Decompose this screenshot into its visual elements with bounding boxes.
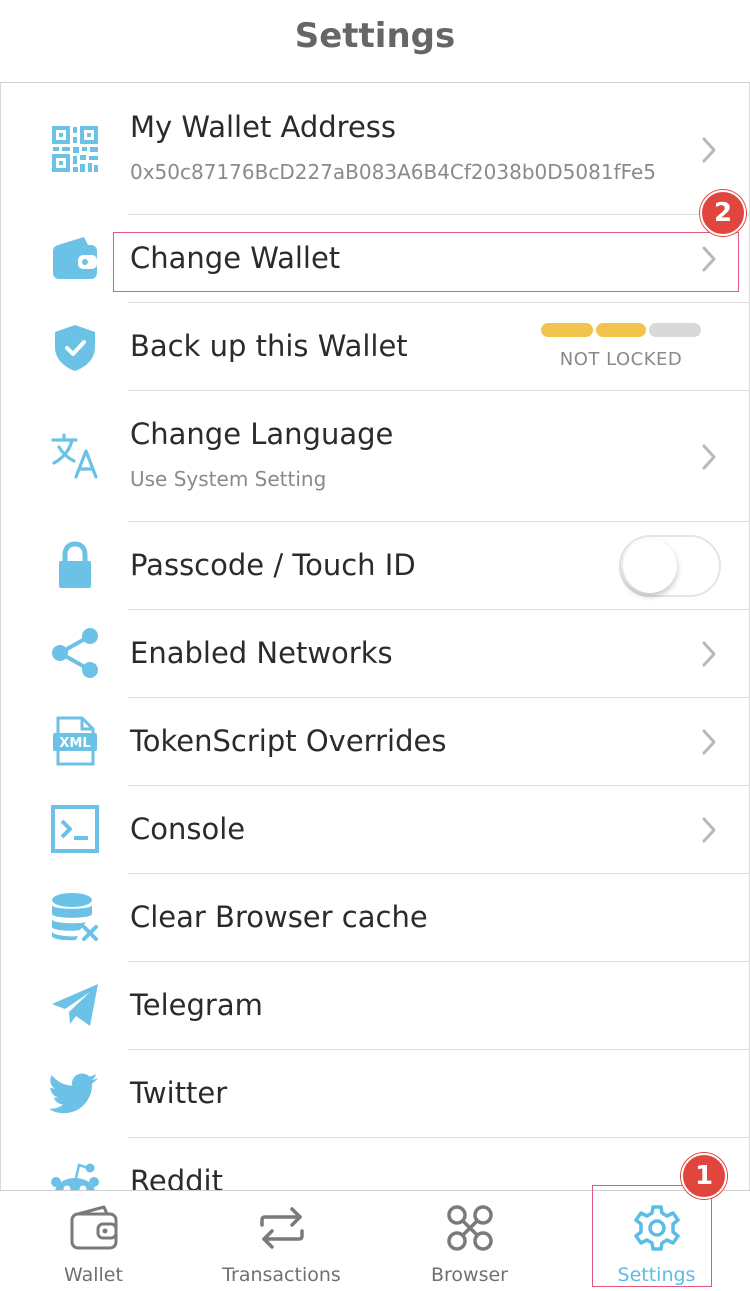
row-passcode[interactable]: Passcode / Touch ID (0, 522, 750, 610)
wallet-address-value: 0x50c87176BcD227aB083A6B4Cf2038b0D5081fF… (130, 160, 657, 184)
toggle-knob (623, 539, 677, 593)
highlight-settings-tab (592, 1185, 712, 1287)
chevron-right-icon (702, 817, 716, 843)
row-tokenscript-overrides[interactable]: XML TokenScript Overrides (0, 698, 750, 786)
row-telegram[interactable]: Telegram (0, 962, 750, 1050)
chevron-right-icon (702, 444, 716, 470)
strength-segment-2 (596, 323, 646, 337)
clear-cache-label: Clear Browser cache (130, 900, 428, 934)
transfer-arrows-icon (259, 1207, 304, 1249)
tokenscript-label: TokenScript Overrides (130, 724, 447, 758)
lock-icon (59, 541, 91, 588)
passcode-label: Passcode / Touch ID (130, 548, 416, 582)
passcode-toggle[interactable] (619, 535, 721, 597)
backup-status-text: NOT LOCKED (559, 349, 683, 370)
shield-check-icon (55, 325, 95, 371)
row-console[interactable]: Console (0, 786, 750, 874)
row-enabled-networks[interactable]: Enabled Networks (0, 610, 750, 698)
share-network-icon (52, 628, 98, 678)
row-backup-wallet[interactable]: Back up this Wallet NOT LOCKED (0, 303, 750, 391)
row-reddit[interactable]: Reddit (0, 1138, 750, 1190)
twitter-label: Twitter (130, 1076, 228, 1110)
translate-icon (51, 433, 98, 479)
tab-browser[interactable]: Browser (376, 1191, 563, 1291)
navigation-bar: Settings (0, 0, 750, 83)
strength-segment-1 (541, 323, 593, 337)
database-clear-icon (52, 893, 98, 941)
wallet-icon (53, 237, 97, 279)
reddit-icon (51, 1163, 99, 1190)
browser-nodes-icon (446, 1205, 493, 1251)
tab-transactions-label: Transactions (222, 1264, 341, 1286)
wallet-address-label: My Wallet Address (130, 110, 397, 144)
step-badge-1: 1 (681, 1153, 727, 1199)
row-wallet-address[interactable]: My Wallet Address 0x50c87176BcD227aB083A… (0, 84, 750, 215)
row-clear-cache[interactable]: Clear Browser cache (0, 874, 750, 962)
qr-code-icon (52, 126, 98, 172)
terminal-icon (51, 805, 99, 853)
page-title: Settings (294, 16, 456, 56)
networks-label: Enabled Networks (130, 636, 393, 670)
telegram-label: Telegram (130, 988, 263, 1022)
strength-segment-3 (649, 323, 701, 337)
row-twitter[interactable]: Twitter (0, 1050, 750, 1138)
chevron-right-icon (702, 641, 716, 667)
telegram-icon (52, 984, 98, 1026)
tab-transactions[interactable]: Transactions (188, 1191, 375, 1291)
reddit-label: Reddit (130, 1164, 223, 1190)
row-change-language[interactable]: Change Language Use System Setting (0, 391, 750, 522)
language-value: Use System Setting (130, 467, 327, 491)
xml-file-icon: XML (53, 716, 97, 766)
backup-label: Back up this Wallet (130, 329, 408, 363)
backup-strength-meter (541, 323, 701, 337)
svg-text:XML: XML (59, 736, 90, 751)
console-label: Console (130, 812, 246, 846)
wallet-tab-icon (70, 1205, 117, 1250)
tab-browser-label: Browser (431, 1264, 508, 1286)
tab-wallet[interactable]: Wallet (0, 1191, 187, 1291)
language-label: Change Language (130, 417, 394, 451)
chevron-right-icon (702, 729, 716, 755)
chevron-right-icon (702, 137, 716, 163)
tab-wallet-label: Wallet (64, 1264, 123, 1286)
twitter-icon (50, 1073, 98, 1114)
step-badge-2: 2 (700, 190, 746, 236)
highlight-change-wallet (113, 232, 739, 292)
